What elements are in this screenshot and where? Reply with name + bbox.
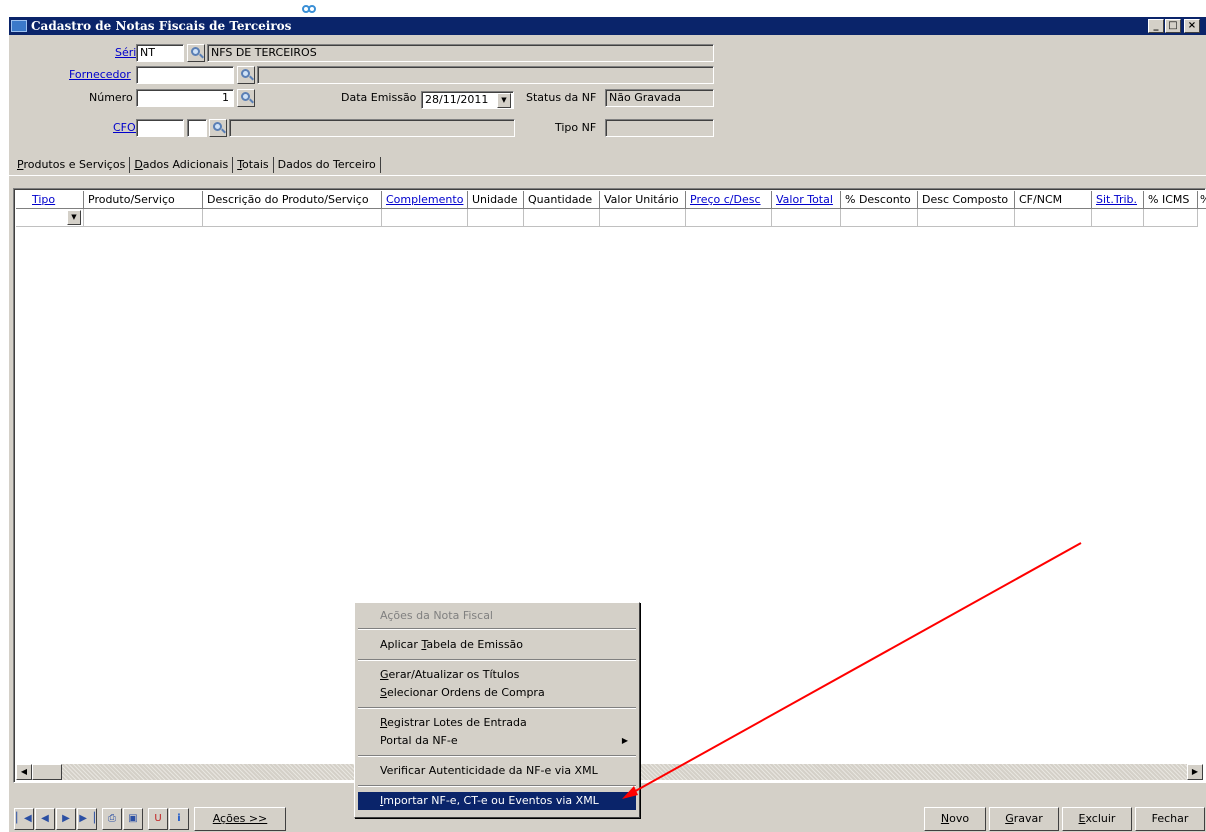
next-record-icon[interactable]: ▶ bbox=[56, 808, 76, 830]
main-window: Cadastro de Notas Fiscais de Terceiros _… bbox=[9, 17, 1206, 832]
magnet-icon[interactable]: U bbox=[148, 808, 168, 830]
menu-separator bbox=[358, 707, 636, 709]
numero-input[interactable]: 1 bbox=[136, 89, 234, 107]
grid-cell[interactable] bbox=[1092, 209, 1144, 227]
grid-cell[interactable] bbox=[686, 209, 772, 227]
scroll-left-icon[interactable]: ◀ bbox=[16, 764, 32, 780]
serie-input[interactable]: NT bbox=[136, 44, 184, 62]
tab-produtos-servicos[interactable]: Produtos e Serviços bbox=[13, 157, 131, 173]
grid-cell[interactable] bbox=[918, 209, 1015, 227]
col-cf-ncm[interactable]: CF/NCM bbox=[1015, 191, 1092, 209]
grid-cell[interactable] bbox=[600, 209, 686, 227]
col-tipo[interactable]: Tipo bbox=[16, 191, 84, 209]
col-produto-servico[interactable]: Produto/Serviço bbox=[84, 191, 203, 209]
menu-item-selecionar-ordens[interactable]: Selecionar Ordens de Compra bbox=[358, 684, 636, 702]
col-descricao[interactable]: Descrição do Produto/Serviço bbox=[203, 191, 382, 209]
fornecedor-search-button[interactable] bbox=[237, 66, 255, 84]
close-button[interactable]: × bbox=[1184, 19, 1200, 33]
acoes-context-menu: Ações da Nota Fiscal Aplicar Tabela de E… bbox=[354, 602, 640, 818]
col-unidade[interactable]: Unidade bbox=[468, 191, 524, 209]
tipo-nf-label: Tipo NF bbox=[555, 121, 597, 134]
col-more[interactable]: % bbox=[1198, 191, 1206, 209]
fechar-button[interactable]: Fechar bbox=[1135, 807, 1205, 831]
scroll-right-icon[interactable]: ▶ bbox=[1187, 764, 1203, 780]
novo-button[interactable]: Novo bbox=[924, 807, 986, 831]
print-icon[interactable]: ⎙ bbox=[102, 808, 122, 830]
menu-item-gerar-titulos[interactable]: Gerar/Atualizar os Títulos bbox=[358, 666, 636, 684]
col-valor-unitario[interactable]: Valor Unitário bbox=[600, 191, 686, 209]
col-sit-trib[interactable]: Sit.Trib. bbox=[1092, 191, 1144, 209]
grid-cell[interactable] bbox=[841, 209, 918, 227]
menu-item-portal-nfe[interactable]: Portal da NF-e ▶ bbox=[358, 732, 636, 750]
info-icon[interactable]: i bbox=[169, 808, 189, 830]
acoes-button[interactable]: Ações >> bbox=[194, 807, 286, 831]
grid-cell[interactable] bbox=[382, 209, 468, 227]
window-title: Cadastro de Notas Fiscais de Terceiros bbox=[31, 19, 292, 33]
tab-divider bbox=[9, 175, 1206, 176]
tipo-nf-value bbox=[605, 119, 714, 137]
menu-item-verificar-autenticidade[interactable]: Verificar Autenticidade da NF-e via XML bbox=[358, 762, 636, 780]
numero-label: Número bbox=[89, 91, 133, 104]
grid-cell[interactable] bbox=[468, 209, 524, 227]
grid-cell[interactable] bbox=[524, 209, 600, 227]
menu-item-aplicar-tabela[interactable]: Aplicar Tabela de Emissão bbox=[358, 636, 636, 654]
chevron-down-icon[interactable]: ▼ bbox=[497, 93, 511, 108]
menu-header: Ações da Nota Fiscal bbox=[380, 609, 493, 622]
data-emissao-value: 28/11/2011 bbox=[425, 93, 489, 106]
tab-totais[interactable]: Totais bbox=[233, 157, 274, 173]
status-nf-label: Status da NF bbox=[526, 91, 597, 104]
col-valor-total[interactable]: Valor Total bbox=[772, 191, 841, 209]
maximize-button[interactable]: □ bbox=[1165, 19, 1181, 33]
fornecedor-input[interactable] bbox=[136, 66, 234, 84]
serie-search-button[interactable] bbox=[187, 44, 205, 62]
grid-cell[interactable] bbox=[203, 209, 382, 227]
first-record-icon[interactable]: ▏◀ bbox=[14, 808, 34, 830]
menu-separator bbox=[358, 628, 636, 630]
status-nf-value: Não Gravada bbox=[605, 89, 714, 107]
menu-separator bbox=[358, 755, 636, 757]
last-record-icon[interactable]: ▶▕ bbox=[77, 808, 97, 830]
previous-record-icon[interactable]: ◀ bbox=[35, 808, 55, 830]
fornecedor-description bbox=[257, 66, 714, 84]
col-quantidade[interactable]: Quantidade bbox=[524, 191, 600, 209]
col-desc-composto[interactable]: Desc Composto bbox=[918, 191, 1015, 209]
print-preview-icon[interactable]: ▣ bbox=[123, 808, 143, 830]
tab-strip: Produtos e Serviços Dados Adicionais Tot… bbox=[13, 157, 381, 175]
tipo-dropdown[interactable]: ▼ bbox=[16, 209, 84, 227]
tab-dados-terceiro[interactable]: Dados do Terceiro bbox=[274, 157, 381, 173]
minimize-button[interactable]: _ bbox=[1148, 19, 1164, 33]
col-icms[interactable]: % ICMS bbox=[1144, 191, 1198, 209]
top-fragment-icon bbox=[302, 4, 316, 14]
numero-search-button[interactable] bbox=[237, 89, 255, 107]
data-emissao-picker[interactable]: 28/11/2011 ▼ bbox=[421, 91, 514, 109]
menu-separator bbox=[358, 659, 636, 661]
submenu-arrow-icon: ▶ bbox=[621, 736, 628, 745]
col-complemento[interactable]: Complemento bbox=[382, 191, 468, 209]
serie-description: NFS DE TERCEIROS bbox=[207, 44, 714, 62]
window-icon bbox=[11, 20, 27, 32]
data-emissao-label: Data Emissão bbox=[341, 91, 417, 104]
cfop-input[interactable] bbox=[136, 119, 184, 137]
tab-dados-adicionais[interactable]: Dados Adicionais bbox=[130, 157, 234, 173]
gravar-button[interactable]: Gravar bbox=[989, 807, 1059, 831]
scroll-thumb[interactable] bbox=[32, 764, 62, 780]
cfop-search-button[interactable] bbox=[209, 119, 227, 137]
grid-cell[interactable] bbox=[772, 209, 841, 227]
fornecedor-label-link[interactable]: Fornecedor bbox=[69, 68, 131, 82]
col-preco-desc[interactable]: Preço c/Desc bbox=[686, 191, 772, 209]
title-bar: Cadastro de Notas Fiscais de Terceiros _… bbox=[9, 17, 1206, 35]
grid-cell[interactable] bbox=[1015, 209, 1092, 227]
menu-item-importar-xml[interactable]: Importar NF-e, CT-e ou Eventos via XML bbox=[358, 792, 636, 810]
col-desconto[interactable]: % Desconto bbox=[841, 191, 918, 209]
menu-item-registrar-lotes[interactable]: Registrar Lotes de Entrada bbox=[358, 714, 636, 732]
cfop-description bbox=[229, 119, 515, 137]
grid-cell[interactable] bbox=[84, 209, 203, 227]
chevron-down-icon[interactable]: ▼ bbox=[67, 210, 81, 225]
grid-cell[interactable] bbox=[1144, 209, 1198, 227]
menu-separator bbox=[358, 785, 636, 787]
excluir-button[interactable]: Excluir bbox=[1062, 807, 1132, 831]
cfop-sub-input[interactable] bbox=[187, 119, 207, 137]
